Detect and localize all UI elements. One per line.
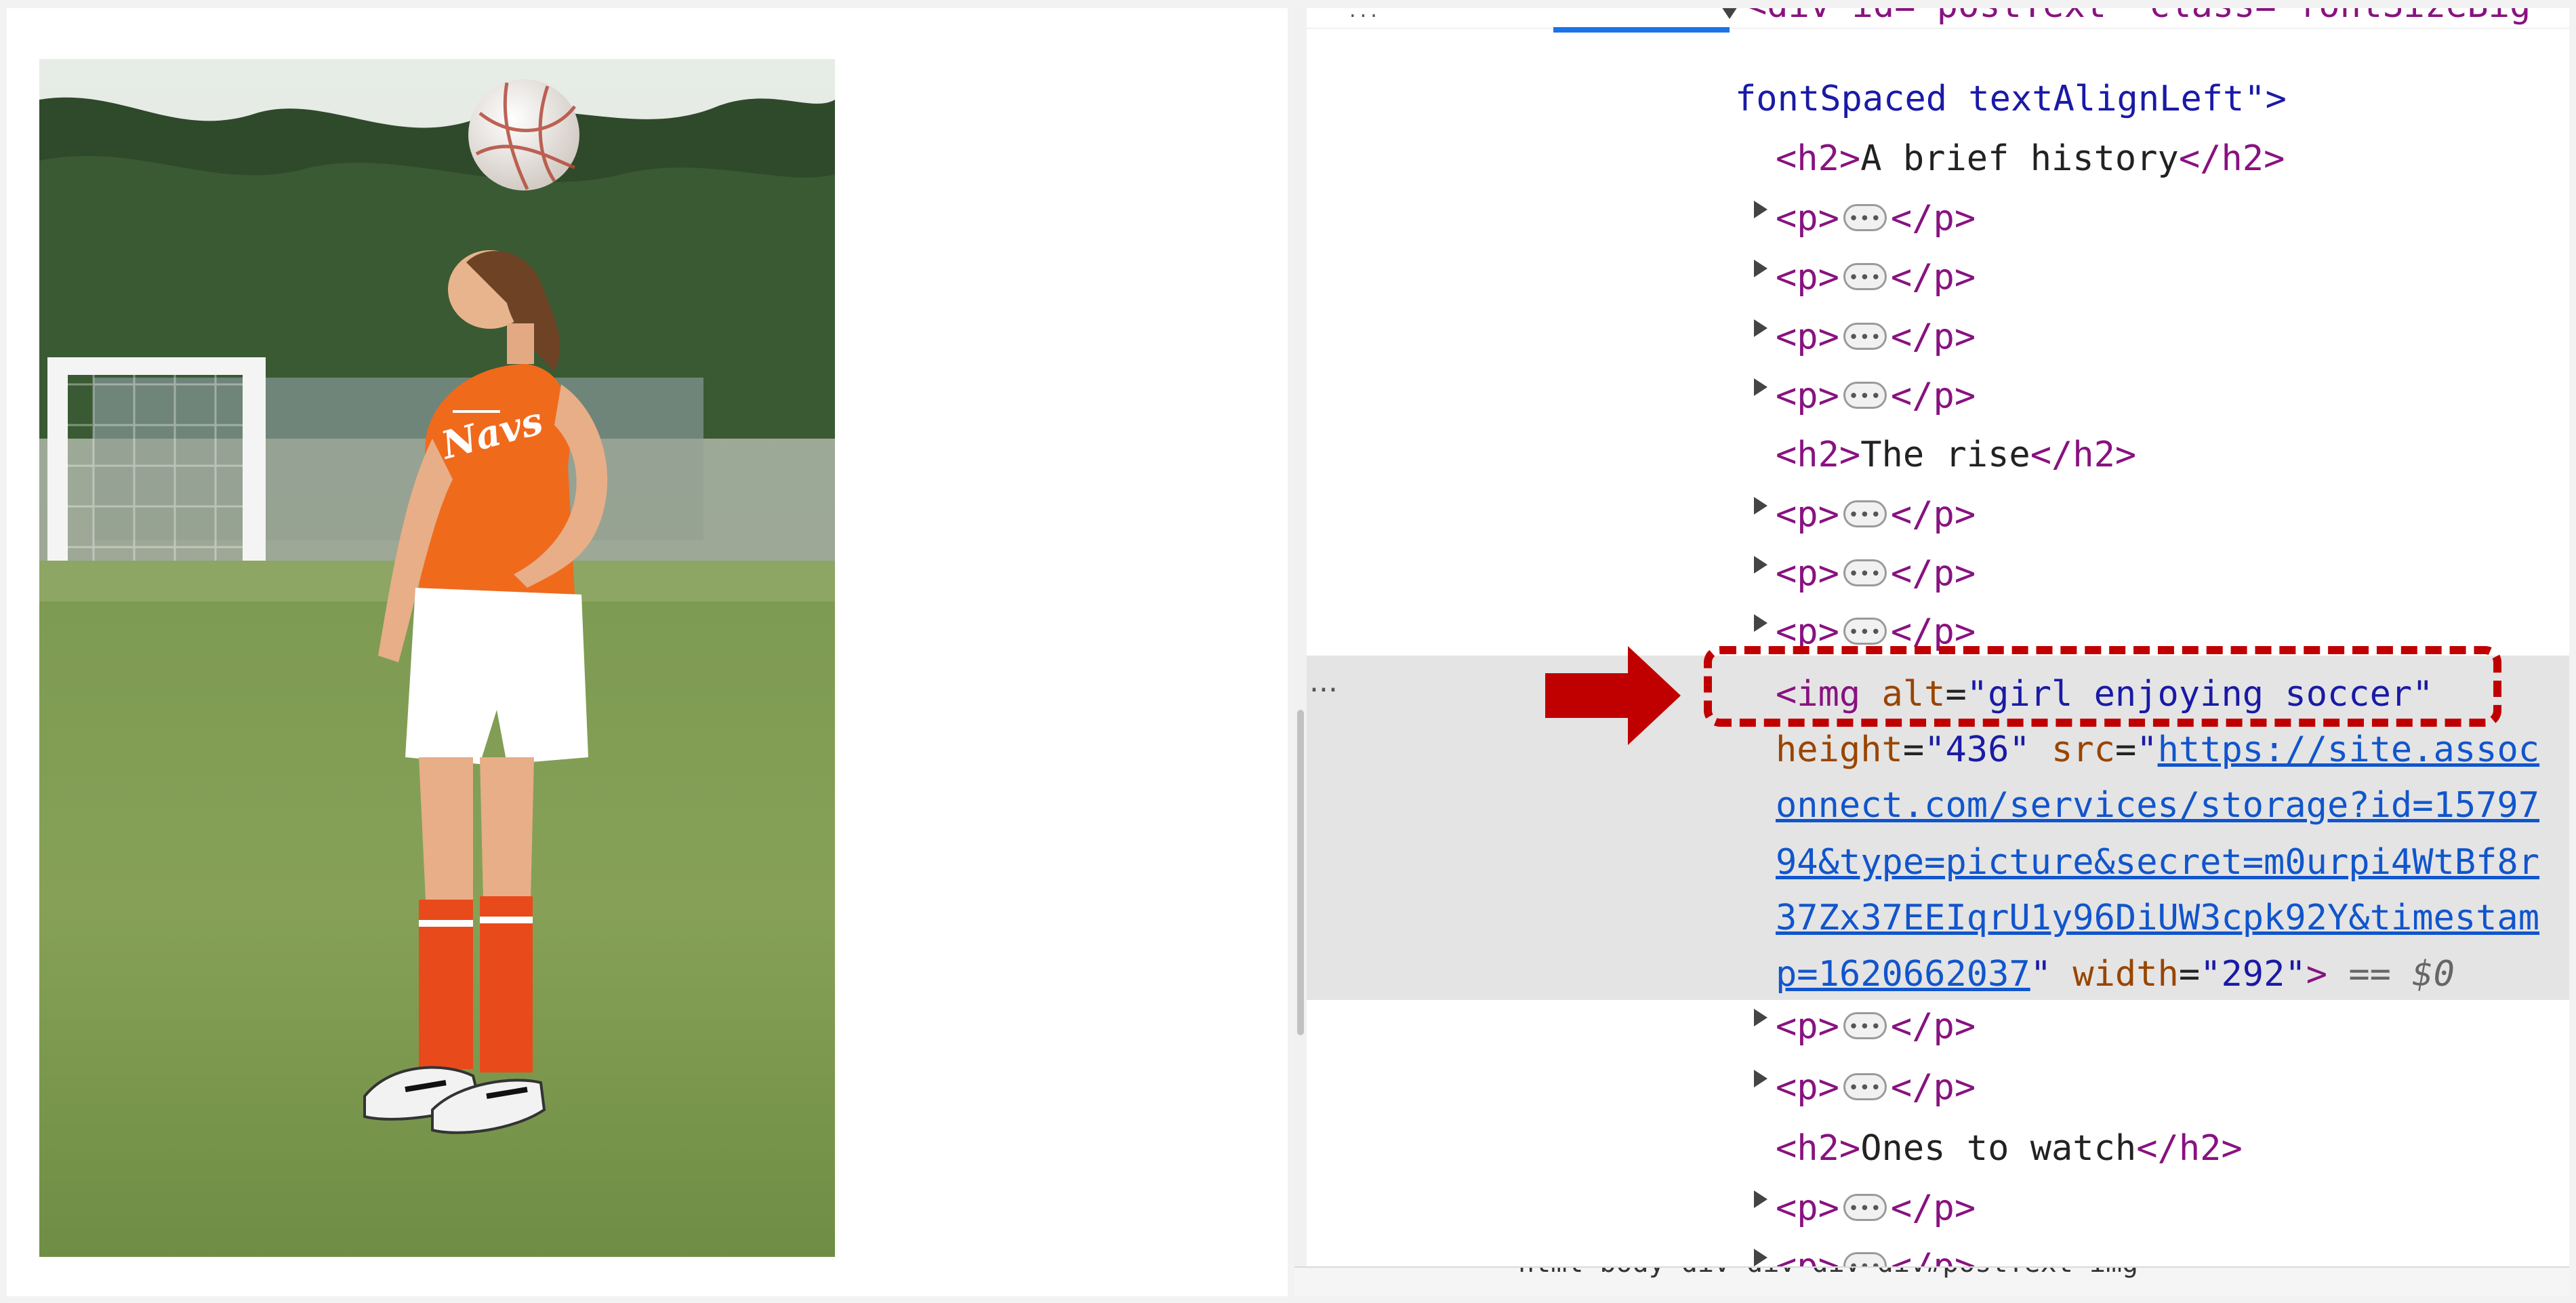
collapsed-content-icon[interactable] <box>1843 189 1887 249</box>
dom-node-div-class-cont: fontSpaced textAlignLeft"> <box>1735 69 2287 129</box>
attr-value: "436" <box>1924 729 2030 770</box>
dom-node-p[interactable]: <p> </p> <box>1776 247 1976 308</box>
page-viewport: Navs <box>7 8 1288 1296</box>
tag-close: </p> <box>1890 317 1976 357</box>
tag-open: <p> <box>1776 257 1839 298</box>
collapsed-content-icon[interactable] <box>1843 603 1887 662</box>
collapse-triangle-icon[interactable] <box>1754 556 1767 574</box>
scrollbar-thumb[interactable] <box>1297 710 1304 1035</box>
devtools-scrollbar[interactable] <box>1294 8 1307 1283</box>
tag-open: <h2> <box>1776 138 1861 179</box>
dom-node-h2[interactable]: <h2>The rise</h2> <box>1776 425 2136 485</box>
tag-close: > <box>2306 954 2328 995</box>
src-link[interactable]: 37Zx37EEIqrU1y96DiUW3cpk92Y&timestam <box>1776 898 2539 938</box>
src-link[interactable]: 94&type=picture&secret=m0urpi4WtBf8r <box>1776 842 2539 883</box>
dom-node-div-posttext[interactable]: <div id="postText" class="fontSizeBig <box>1746 8 2531 35</box>
dom-node-p[interactable]: <p> </p> <box>1776 366 1976 426</box>
collapsed-content-icon[interactable] <box>1843 248 1887 308</box>
devtools-breadcrumb-bar: html body div div div div#postText img <box>1294 1266 2569 1296</box>
dom-node-p[interactable]: <p> </p> <box>1776 1178 1976 1239</box>
src-link-cont[interactable]: 94&type=picture&secret=m0urpi4WtBf8r <box>1776 833 2539 892</box>
soccer-photo[interactable]: Navs <box>39 59 835 1257</box>
dom-node-h2[interactable]: <h2>A brief history</h2> <box>1776 129 2285 188</box>
src-link[interactable]: p=1620662037 <box>1776 954 2030 995</box>
src-link-cont[interactable]: onnect.com/services/storage?id=15797 <box>1776 776 2539 835</box>
tag-close: </h2> <box>2030 435 2137 475</box>
attr-name: src <box>2051 729 2115 770</box>
h2-text: Ones to watch <box>1860 1128 2137 1169</box>
dom-node-img-attrs: height="436" src="https://site.assoc <box>1776 729 2540 770</box>
collapse-triangle-icon[interactable] <box>1754 201 1767 218</box>
tag-open: <h2> <box>1776 435 1861 475</box>
breadcrumb-text[interactable]: html body div div div div#postText img <box>1518 1268 2138 1279</box>
dom-node-p[interactable]: <p> </p> <box>1776 485 1976 545</box>
tag-close: </p> <box>1890 257 1976 298</box>
expand-triangle-icon[interactable] <box>1721 8 1738 19</box>
selected-node-marker: == $0 <box>2348 954 2455 995</box>
collapsed-content-icon[interactable] <box>1843 1058 1887 1118</box>
attr-quote: " <box>2136 729 2158 770</box>
collapse-triangle-icon[interactable] <box>1754 1190 1767 1208</box>
collapse-triangle-icon[interactable] <box>1754 1009 1767 1026</box>
dom-node-p[interactable]: <p> </p> <box>1776 997 1976 1057</box>
tag-open: <p> <box>1776 553 1839 594</box>
tag-open: <p> <box>1776 1006 1839 1047</box>
collapsed-content-icon[interactable] <box>1843 308 1887 367</box>
annotation-arrow-icon <box>1628 646 1681 745</box>
collapsed-content-icon[interactable] <box>1843 485 1887 545</box>
annotation-dashed-box <box>1704 646 2501 727</box>
tag-open: <p> <box>1776 317 1839 357</box>
tag-close: </p> <box>1890 553 1976 594</box>
attr-value: "292" <box>2200 954 2306 995</box>
tag-close: </p> <box>1890 494 1976 535</box>
tag-open: <h2> <box>1776 1128 1861 1169</box>
dom-node-p[interactable]: <p> </p> <box>1776 307 1976 367</box>
collapsed-content-icon[interactable] <box>1843 997 1887 1057</box>
annotation-arrow-shaft <box>1545 673 1633 718</box>
collapse-triangle-icon[interactable] <box>1754 1070 1767 1087</box>
collapse-triangle-icon[interactable] <box>1754 614 1767 632</box>
tag-open: <p> <box>1776 494 1839 535</box>
collapse-triangle-icon[interactable] <box>1754 260 1767 277</box>
collapsed-content-icon[interactable] <box>1843 544 1887 604</box>
src-link[interactable]: https://site.assoc <box>2158 729 2540 770</box>
collapse-triangle-icon[interactable] <box>1754 378 1767 396</box>
tag-close: </p> <box>1890 376 1976 416</box>
collapse-triangle-icon[interactable] <box>1754 319 1767 337</box>
dom-tree: <div id="postText" class="fontSizeBig fo… <box>1307 8 2569 1296</box>
dom-node-img-end: p=1620662037" width="292"> == $0 <box>1776 954 2455 995</box>
h2-text: A brief history <box>1860 138 2179 179</box>
tag-close: </p> <box>1890 1188 1976 1228</box>
dom-node-h2[interactable]: <h2>Ones to watch</h2> <box>1776 1119 2243 1178</box>
tag-open: <p> <box>1776 376 1839 416</box>
dom-node-p[interactable]: <p> </p> <box>1776 544 1976 604</box>
collapse-triangle-icon[interactable] <box>1754 497 1767 515</box>
h2-text: The rise <box>1860 435 2030 475</box>
attr-value: fontSpaced textAlignLeft"> <box>1735 79 2287 119</box>
attr-name: height <box>1776 729 1903 770</box>
tag-close: </p> <box>1890 1006 1976 1047</box>
dom-node-p[interactable]: <p> </p> <box>1776 188 1976 249</box>
tag-close: </p> <box>1890 1067 1976 1108</box>
src-link[interactable]: onnect.com/services/storage?id=15797 <box>1776 785 2539 826</box>
tag-close: </h2> <box>2136 1128 2243 1169</box>
tag-open: <p> <box>1776 198 1839 239</box>
dom-node-p[interactable]: <p> </p> <box>1776 1058 1976 1118</box>
collapsed-content-icon[interactable] <box>1843 1179 1887 1239</box>
collapse-triangle-icon[interactable] <box>1754 1249 1767 1266</box>
tag-open: <p> <box>1776 1067 1839 1108</box>
attr-name: width <box>2072 954 2179 995</box>
tag-text: <div id="postText" class="fontSizeBig <box>1746 8 2531 26</box>
tag-close: </p> <box>1890 198 1976 239</box>
tag-open: <p> <box>1776 1188 1839 1228</box>
collapsed-content-icon[interactable] <box>1843 367 1887 426</box>
tag-close: </h2> <box>2178 138 2285 179</box>
src-link-cont[interactable]: 37Zx37EEIqrU1y96DiUW3cpk92Y&timestam <box>1776 888 2539 948</box>
